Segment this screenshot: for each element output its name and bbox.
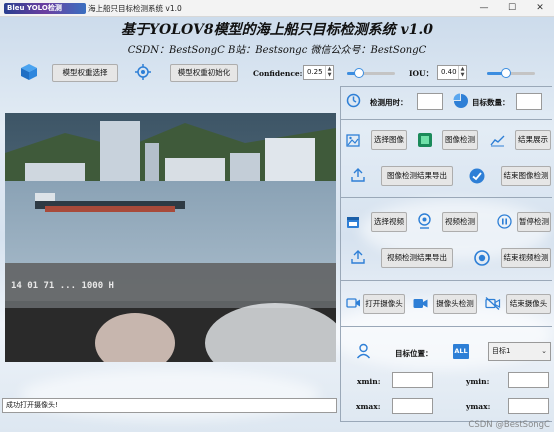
stop-circle-icon [474, 250, 490, 266]
select-video-button[interactable]: 选择视频 [371, 212, 407, 232]
model-select-button[interactable]: 模型权重选择 [52, 64, 118, 82]
iou-value: 0.40 [441, 68, 457, 76]
minimize-button[interactable]: — [470, 0, 498, 16]
window-titlebar: Bleu YOLO检测 海上船只目标检测系统 v1.0 — ☐ ✕ [0, 0, 554, 17]
section-divider [340, 86, 552, 87]
pause-detect-button[interactable]: 暂停检测 [517, 212, 551, 232]
app-logo: Bleu YOLO检测 [4, 3, 86, 14]
spin-arrows-icon[interactable]: ▲ ▼ [325, 66, 333, 79]
target-icon[interactable] [135, 64, 151, 80]
clock-icon [346, 93, 361, 108]
section-divider [340, 119, 552, 120]
image-detect-button[interactable]: 图像检测 [442, 130, 478, 150]
upload-icon [351, 168, 365, 182]
stop-camera-button[interactable]: 结束摄像头 [506, 294, 551, 314]
video-display: 14 01 71 ... 1000 H [5, 113, 336, 362]
xmin-field [392, 372, 433, 388]
target-count-label: 目标数量： [472, 98, 510, 107]
target-select[interactable]: 目标1 ⌄ [488, 342, 551, 361]
open-camera-button[interactable]: 打开摄像头 [363, 294, 405, 314]
ymax-field [508, 398, 549, 414]
page-subtitle: CSDN：BestSongC B站：Bestsongc 微信公众号：BestSo… [127, 45, 427, 56]
camera-frame-image [5, 113, 336, 362]
slider-thumb[interactable] [354, 68, 364, 78]
result-display-button[interactable]: 结果展示 [515, 130, 551, 150]
confidence-value: 0.25 [307, 68, 323, 76]
confidence-label: Confidence: [253, 69, 303, 78]
webcam-icon [418, 213, 431, 229]
xmin-label: xmin: [357, 377, 381, 386]
image-icon [346, 134, 360, 147]
ymin-field [508, 372, 549, 388]
video-timestamp: 14 01 71 ... 1000 H [11, 281, 114, 291]
iou-label: IOU： [409, 69, 434, 78]
status-bar: 成功打开摄像头! [2, 398, 337, 413]
section-divider [340, 326, 552, 327]
detection-time-label: 检测用时： [370, 98, 408, 107]
spin-arrows-icon[interactable]: ▲ ▼ [458, 66, 466, 79]
iou-slider[interactable] [487, 67, 535, 79]
select-image-button[interactable]: 选择图像 [371, 130, 407, 150]
camera-detect-icon [413, 299, 428, 308]
watermark: CSDN @BestSongC [468, 420, 550, 430]
detection-time-field [417, 93, 443, 110]
trend-chart-icon [490, 135, 505, 147]
chevron-down-icon: ⌄ [541, 347, 547, 355]
cube-icon[interactable] [20, 63, 38, 81]
ymax-label: ymax: [466, 402, 491, 411]
confidence-slider[interactable] [347, 67, 395, 79]
ymin-label: ymin: [466, 377, 490, 386]
iou-spinbox[interactable]: 0.40 ▲ ▼ [437, 65, 467, 80]
user-location-icon [356, 343, 371, 359]
confidence-spinbox[interactable]: 0.25 ▲ ▼ [303, 65, 334, 80]
pause-icon [497, 214, 512, 229]
video-camera-icon [346, 298, 360, 308]
video-detect-button[interactable]: 视频检测 [442, 212, 478, 232]
stop-image-detect-button[interactable]: 结束图像检测 [501, 166, 551, 186]
panel-divider [340, 86, 341, 422]
section-divider [340, 197, 552, 198]
close-button[interactable]: ✕ [526, 0, 554, 16]
camera-off-icon [485, 297, 501, 310]
target-select-value: 目标1 [492, 347, 511, 355]
image-export-button[interactable]: 图像检测结果导出 [381, 166, 453, 186]
xmax-label: xmax: [356, 402, 381, 411]
xmax-field [392, 398, 433, 414]
page-title: 基于YOLOV8模型的海上船只目标检测系统 v1.0 [121, 22, 433, 38]
video-export-button[interactable]: 视频检测结果导出 [381, 248, 453, 268]
image-detect-icon [418, 133, 432, 147]
section-divider [340, 280, 552, 281]
camera-detect-button[interactable]: 摄像头检测 [433, 294, 477, 314]
upload-icon [351, 250, 365, 264]
window-title: 海上船只目标检测系统 v1.0 [88, 4, 182, 13]
target-count-field [516, 93, 542, 110]
all-icon: ALL [453, 344, 469, 359]
video-file-icon [347, 217, 359, 228]
stop-video-detect-button[interactable]: 结束视频检测 [501, 248, 551, 268]
check-circle-icon [469, 168, 485, 184]
target-position-label: 目标位置： [395, 349, 433, 358]
maximize-button[interactable]: ☐ [498, 0, 526, 16]
model-init-button[interactable]: 模型权重初始化 [170, 64, 238, 82]
slider-thumb[interactable] [501, 68, 512, 78]
pie-chart-icon [453, 93, 468, 108]
